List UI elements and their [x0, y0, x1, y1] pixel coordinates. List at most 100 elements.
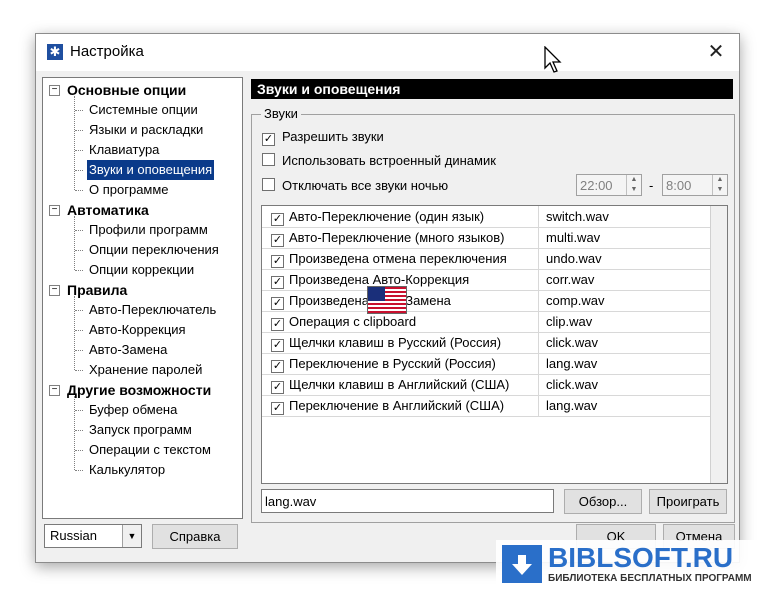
sounds-group-label: Звуки: [261, 106, 301, 121]
checkmark-icon[interactable]: ✓: [271, 234, 284, 247]
tree-item-label: Клавиатура: [89, 142, 160, 157]
sound-file-label: clip.wav: [546, 314, 593, 329]
sound-file-label: click.wav: [546, 377, 599, 392]
watermark: BIBLSOFT.RU БИБЛИОТЕКА БЕСПЛАТНЫХ ПРОГРА…: [496, 540, 764, 588]
sound-file-label: undo.wav: [546, 251, 602, 266]
sound-event-label: Переключение в Английский (США): [289, 398, 505, 413]
list-item[interactable]: ✓ Щелчки клавиш в Русский (Россия) click.w…: [262, 332, 710, 354]
checkmark-icon[interactable]: ✓: [271, 297, 284, 310]
tree-item-label: Операции с текстом: [89, 442, 211, 457]
night-from-spin-arrows[interactable]: ▲ ▼: [626, 175, 641, 195]
checkmark-icon[interactable]: ✓: [271, 276, 284, 289]
list-scrollbar[interactable]: [710, 206, 727, 483]
tree-item-label: Запуск программ: [89, 422, 192, 437]
us-flag-icon: [367, 286, 407, 314]
tree-group-label: Правила: [67, 282, 128, 298]
checkmark-icon[interactable]: ✓: [271, 360, 284, 373]
night-to-spinner[interactable]: 8:00 ▲ ▼: [662, 174, 728, 196]
collapse-icon[interactable]: −: [49, 205, 60, 216]
night-to-value: 8:00: [666, 178, 692, 193]
tree-group-label: Основные опции: [67, 82, 187, 98]
night-from-value: 22:00: [580, 178, 613, 193]
tree-item-label: Хранение паролей: [89, 362, 203, 377]
title-bar: ✱ Настройка ✕: [36, 34, 739, 71]
sound-event-label: Операция с clipboard: [289, 314, 417, 329]
checkmark-icon[interactable]: ✓: [271, 255, 284, 268]
help-button[interactable]: Справка: [152, 524, 238, 549]
play-button[interactable]: Проиграть: [649, 489, 727, 514]
section-header: Звуки и оповещения: [251, 79, 733, 99]
tree-item-label: Авто-Переключатель: [89, 302, 217, 317]
tree-item-label: Опции переключения: [89, 242, 219, 257]
sound-event-label: Авто-Переключение (много языков): [289, 230, 505, 245]
sound-event-label: Произведена отмена переключения: [289, 251, 507, 266]
option-checkbox[interactable]: Отключать все звуки ночью: [262, 176, 448, 196]
settings-app-icon: ✱: [47, 44, 63, 60]
list-item[interactable]: ✓ Произведена Авто-Замена comp.wav: [262, 290, 710, 312]
sound-file-label: comp.wav: [546, 293, 605, 308]
option-label: Использовать встроенный динамик: [282, 153, 496, 168]
tree-group-label: Автоматика: [67, 202, 149, 218]
tree-item-label: Языки и раскладки: [89, 122, 204, 137]
list-item[interactable]: ✓ Авто-Переключение (один язык) switch.wav: [262, 206, 710, 228]
tree-group-label: Другие возможности: [67, 382, 212, 398]
mouse-cursor-icon: [544, 46, 562, 73]
sound-event-label: Произведена Авто-Коррекция: [289, 272, 470, 287]
collapse-icon[interactable]: −: [49, 85, 60, 96]
tree-item-label: Звуки и оповещения: [87, 160, 215, 180]
night-to-spin-arrows[interactable]: ▲ ▼: [712, 175, 727, 195]
option-label: Разрешить звуки: [282, 129, 384, 144]
sound-file-label: switch.wav: [546, 209, 609, 224]
sound-file-label: corr.wav: [546, 272, 595, 287]
list-item[interactable]: ✓ Переключение в Русский (Россия) lang.wav: [262, 353, 710, 375]
checkmark-icon[interactable]: ✓: [271, 213, 284, 226]
sound-event-label: Авто-Переключение (один язык): [289, 209, 485, 224]
checkbox-empty-icon[interactable]: [262, 153, 275, 166]
window-title: Настройка: [70, 43, 144, 60]
tree-item-label: О программе: [89, 182, 169, 197]
watermark-brand: BIBLSOFT.RU: [548, 542, 734, 573]
close-button[interactable]: ✕: [693, 34, 739, 71]
sound-event-label: Щелчки клавиш в Русский (Россия): [289, 335, 502, 350]
checkmark-icon[interactable]: ✓: [262, 133, 275, 146]
list-item[interactable]: ✓ Щелчки клавиш в Английский (США) click.w…: [262, 374, 710, 396]
watermark-subtitle: БИБЛИОТЕКА БЕСПЛАТНЫХ ПРОГРАММ: [548, 573, 752, 584]
collapse-icon[interactable]: −: [49, 285, 60, 296]
tree-item-label: Авто-Коррекция: [89, 322, 186, 337]
tree-item-label: Системные опции: [89, 102, 198, 117]
option-checkbox[interactable]: Использовать встроенный динамик: [262, 151, 496, 171]
sound-event-label: Щелчки клавиш в Английский (США): [289, 377, 510, 392]
sound-events-list[interactable]: ✓ Авто-Переключение (один язык) switch.wav…: [261, 205, 728, 484]
collapse-icon[interactable]: −: [49, 385, 60, 396]
checkmark-icon[interactable]: ✓: [271, 318, 284, 331]
list-item[interactable]: ✓ Произведена Авто-Коррекция corr.wav: [262, 269, 710, 291]
browse-button[interactable]: Обзор...: [564, 489, 642, 514]
option-checkbox[interactable]: ✓ Разрешить звуки: [262, 127, 384, 147]
checkmark-icon[interactable]: ✓: [271, 339, 284, 352]
list-item[interactable]: ✓ Переключение в Английский (США) lang.wav: [262, 395, 710, 417]
night-from-spinner[interactable]: 22:00 ▲ ▼: [576, 174, 642, 196]
language-value: Russian: [50, 528, 97, 543]
tree-item-label: Буфер обмена: [89, 402, 178, 417]
checkmark-icon[interactable]: ✓: [271, 402, 284, 415]
sound-file-label: lang.wav: [546, 356, 598, 371]
settings-dialog: ✱ Настройка ✕ − Основные опции Системные о…: [35, 33, 740, 563]
checkmark-icon[interactable]: ✓: [271, 381, 284, 394]
sound-file-input[interactable]: lang.wav: [261, 489, 554, 513]
sound-file-label: click.wav: [546, 335, 599, 350]
sound-file-label: lang.wav: [546, 398, 598, 413]
tree-item-label: Профили программ: [89, 222, 208, 237]
list-item[interactable]: ✓ Авто-Переключение (много языков) multi.w…: [262, 227, 710, 249]
chevron-down-icon[interactable]: ▼: [122, 525, 141, 547]
sound-file-label: multi.wav: [546, 230, 601, 245]
option-label: Отключать все звуки ночью: [282, 178, 449, 193]
checkbox-empty-icon[interactable]: [262, 178, 275, 191]
list-item[interactable]: ✓ Произведена отмена переключения undo.wav: [262, 248, 710, 270]
tree-item-label: Авто-Замена: [89, 342, 168, 357]
settings-tree: − Основные опции Системные опции Языки и ра…: [42, 77, 243, 519]
tree-item-label: Опции коррекции: [89, 262, 195, 277]
tree-item-label: Калькулятор: [89, 462, 166, 477]
list-item[interactable]: ✓ Операция с clipboard clip.wav: [262, 311, 710, 333]
language-select[interactable]: Russian ▼: [44, 524, 142, 548]
download-arrow-icon: [502, 545, 542, 583]
